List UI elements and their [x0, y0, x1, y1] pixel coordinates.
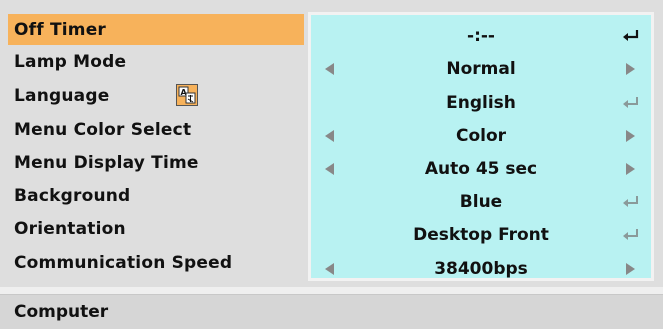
menu-item-label: Off Timer [14, 19, 107, 40]
menu-item-menu-display-time[interactable]: Menu Display Time [8, 147, 304, 178]
menu-item-off-timer[interactable]: Off Timer [8, 14, 304, 45]
right-arrow-icon[interactable] [626, 63, 635, 75]
left-arrow-icon[interactable] [325, 63, 334, 75]
left-arrow-icon[interactable] [325, 163, 334, 175]
left-arrow-icon[interactable] [325, 263, 334, 275]
value-menu-display-time[interactable]: Auto 45 sec [311, 153, 651, 184]
value-text: Auto 45 sec [424, 158, 538, 179]
menu-item-label: Menu Display Time [14, 152, 199, 173]
menu-item-label: Orientation [14, 218, 126, 239]
menu-item-label: Lamp Mode [14, 51, 127, 72]
menu-item-orientation[interactable]: Orientation [8, 213, 304, 244]
menu-item-label: Communication Speed [14, 252, 233, 273]
menu-labels: Off Timer Lamp Mode Language A Menu Colo… [8, 14, 304, 279]
menu-item-label: Background [14, 185, 131, 206]
value-text: -:-- [467, 25, 495, 46]
menu-item-menu-color-select[interactable]: Menu Color Select [8, 114, 304, 145]
value-text: Desktop Front [413, 224, 549, 245]
value-text: 38400bps [434, 258, 528, 279]
menu-values-panel: -:-- Normal English Color Auto 45 sec Bl… [308, 12, 654, 281]
value-communication-speed[interactable]: 38400bps [311, 253, 651, 284]
value-lamp-mode[interactable]: Normal [311, 53, 651, 84]
value-text: Normal [446, 58, 516, 79]
value-language[interactable]: English [311, 87, 651, 118]
right-arrow-icon[interactable] [626, 130, 635, 142]
source-label: Computer [14, 302, 109, 322]
value-off-timer[interactable]: -:-- [311, 20, 651, 51]
menu-item-lamp-mode[interactable]: Lamp Mode [8, 46, 304, 77]
value-menu-color-select[interactable]: Color [311, 120, 651, 151]
enter-icon[interactable] [621, 95, 641, 111]
settings-menu: Off Timer Lamp Mode Language A Menu Colo… [0, 0, 663, 287]
value-text: Color [455, 125, 507, 146]
right-arrow-icon[interactable] [626, 263, 635, 275]
enter-icon[interactable] [621, 194, 641, 210]
source-status-bar: Computer [0, 295, 663, 329]
enter-icon[interactable] [621, 28, 641, 44]
value-orientation[interactable]: Desktop Front [311, 219, 651, 250]
value-text: English [446, 92, 516, 113]
footer-divider [0, 287, 663, 295]
value-background[interactable]: Blue [311, 186, 651, 217]
left-arrow-icon[interactable] [325, 130, 334, 142]
menu-item-label: Menu Color Select [14, 119, 192, 140]
language-icon: A [176, 84, 198, 106]
menu-item-background[interactable]: Background [8, 180, 304, 211]
enter-icon[interactable] [621, 227, 641, 243]
menu-item-label: Language [14, 85, 110, 106]
menu-item-communication-speed[interactable]: Communication Speed [8, 247, 304, 278]
value-text: Blue [459, 191, 503, 212]
menu-item-language[interactable]: Language A [8, 80, 304, 111]
right-arrow-icon[interactable] [626, 163, 635, 175]
